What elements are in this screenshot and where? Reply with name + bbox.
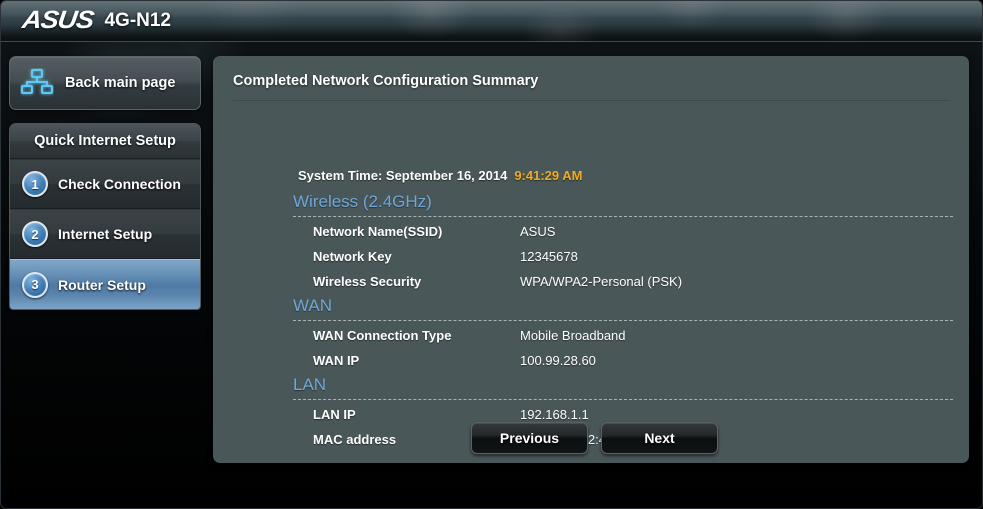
summary-panel: Completed Network Configuration Summary … (213, 56, 969, 463)
previous-button[interactable]: Previous (471, 422, 588, 454)
section-divider (293, 399, 953, 400)
row-value: ASUS (520, 224, 556, 239)
system-time: System Time: September 16, 2014 9:41:29 A… (298, 168, 582, 183)
step-number-3: 3 (22, 271, 48, 298)
sidebar-item-internet-setup[interactable]: 2 Internet Setup (10, 209, 200, 259)
section-heading: Wireless (2.4GHz) (293, 192, 432, 211)
row-label: WAN Connection Type (313, 328, 452, 343)
row-value: 192.168.1.1 (520, 407, 589, 422)
section-heading: LAN (293, 375, 327, 394)
sidebar-item-label: Check Connection (58, 176, 181, 192)
next-button[interactable]: Next (601, 422, 718, 454)
section-divider (293, 320, 953, 321)
sidebar-item-check-connection[interactable]: 1 Check Connection (10, 159, 200, 209)
table-row: Wireless Security WPA/WPA2-Personal (PSK… (293, 269, 953, 294)
section-wan: WAN WAN Connection Type Mobile Broadband… (293, 296, 953, 373)
section-heading: WAN (293, 296, 333, 315)
table-row: WAN IP 100.99.28.60 (293, 348, 953, 373)
step-number-1: 1 (22, 171, 48, 197)
section-wireless: Wireless (2.4GHz) Network Name(SSID) ASU… (293, 192, 953, 294)
row-label: Network Name(SSID) (313, 224, 443, 239)
sidebar-item-label: Router Setup (58, 276, 146, 293)
sidebar-item-label: Internet Setup (58, 226, 153, 242)
section-divider (293, 216, 953, 217)
router-admin-window: ASUS 4G-N12 Back main page Quick Interne… (0, 0, 983, 509)
row-value: 100.99.28.60 (520, 353, 596, 368)
sidebar-item-router-setup[interactable]: 3 Router Setup (10, 259, 200, 309)
row-label: WAN IP (313, 353, 360, 368)
table-row: WAN Connection Type Mobile Broadband (293, 323, 953, 348)
back-main-page-label: Back main page (65, 75, 176, 91)
step-number-2: 2 (22, 221, 48, 247)
page-title: Completed Network Configuration Summary (233, 73, 539, 89)
table-row: Network Name(SSID) ASUS (293, 219, 953, 244)
title-divider (233, 100, 949, 101)
row-label: Wireless Security (313, 274, 422, 289)
sidebar: Back main page Quick Internet Setup 1 Ch… (9, 56, 201, 310)
system-time-clock: 9:41:29 AM (514, 168, 583, 183)
app-header: ASUS 4G-N12 (1, 1, 982, 42)
row-label: Network Key (313, 249, 392, 264)
panel-actions: Previous Next (471, 422, 718, 454)
quick-internet-setup-panel: Quick Internet Setup 1 Check Connection … (9, 123, 201, 310)
row-value: 12345678 (520, 249, 578, 264)
asus-logo: ASUS (20, 6, 96, 34)
quick-internet-setup-title: Quick Internet Setup (10, 124, 200, 159)
row-label: LAN IP (313, 407, 356, 422)
row-value: WPA/WPA2-Personal (PSK) (520, 274, 683, 289)
network-sitemap-icon (20, 68, 54, 98)
back-main-page-button[interactable]: Back main page (9, 56, 201, 110)
brand-block: ASUS 4G-N12 (20, 6, 171, 35)
table-row: Network Key 12345678 (293, 244, 953, 269)
router-model-name: 4G-N12 (104, 9, 171, 31)
row-value: Mobile Broadband (520, 328, 626, 343)
system-time-date: System Time: September 16, 2014 (298, 168, 508, 183)
